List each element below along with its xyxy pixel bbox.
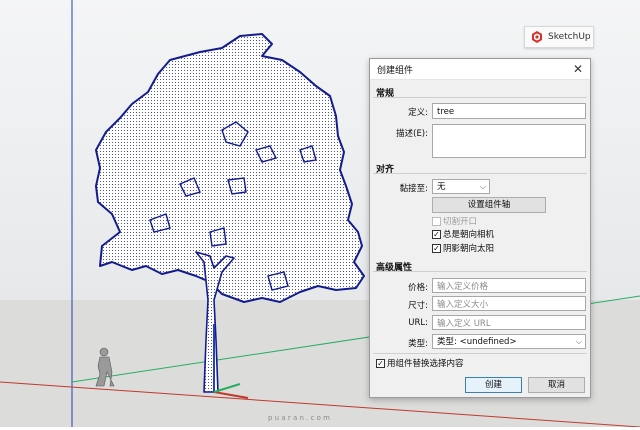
- size-label: 尺寸:: [408, 301, 428, 311]
- close-icon[interactable]: ✕: [570, 61, 586, 77]
- chevron-down-icon: ⌵: [575, 337, 582, 346]
- create-button[interactable]: 创建: [465, 377, 522, 393]
- dialog-title: 创建组件: [377, 66, 414, 76]
- description-label: 描述(E):: [396, 129, 428, 139]
- divider: [373, 173, 587, 174]
- checkbox-box: [432, 216, 441, 226]
- divider: [373, 271, 587, 272]
- shadows-face-sun-checkbox[interactable]: ✓ 阴影朝向太阳: [432, 242, 494, 254]
- replace-selection-checkbox[interactable]: ✓ 用组件替换选择内容: [376, 357, 464, 369]
- definition-label: 定义:: [408, 108, 428, 118]
- face-camera-label: 总是朝向相机: [443, 230, 495, 240]
- checkmark-icon: ✓: [432, 229, 441, 239]
- divider: [373, 97, 587, 98]
- create-component-dialog: 创建组件 ✕ 常规 定义: tree 描述(E): 对齐 黏接至: 无 ⌵ 设置…: [369, 58, 591, 398]
- cut-opening-label: 切割开口: [443, 217, 478, 227]
- badge-label: SketchUp: [548, 32, 591, 42]
- glue-to-select[interactable]: 无 ⌵: [432, 179, 490, 194]
- sketchup-logo-icon: [532, 31, 542, 43]
- size-input[interactable]: 输入定义大小: [432, 296, 586, 311]
- shadows-face-sun-label: 阴影朝向太阳: [443, 244, 495, 254]
- cut-opening-checkbox[interactable]: 切割开口: [432, 215, 477, 227]
- url-label: URL:: [408, 318, 428, 328]
- definition-input[interactable]: tree: [432, 103, 586, 119]
- description-textarea[interactable]: [432, 124, 586, 158]
- checkmark-icon: ✓: [376, 358, 385, 368]
- glue-to-label: 黏接至:: [399, 184, 428, 194]
- face-camera-checkbox[interactable]: ✓ 总是朝向相机: [432, 228, 494, 240]
- dialog-titlebar[interactable]: 创建组件 ✕: [370, 59, 590, 80]
- set-component-axes-button[interactable]: 设置组件轴: [432, 197, 546, 213]
- cancel-button[interactable]: 取消: [528, 377, 585, 393]
- divider: [373, 353, 587, 354]
- price-input[interactable]: 输入定义价格: [432, 278, 586, 293]
- chevron-down-icon: ⌵: [479, 182, 486, 191]
- price-label: 价格:: [408, 283, 428, 293]
- replace-selection-label: 用组件替换选择内容: [387, 359, 464, 369]
- checkmark-icon: ✓: [432, 243, 441, 253]
- type-select[interactable]: 类型: <undefined> ⌵: [432, 334, 586, 349]
- watermark-text: p u a r a n . c o m: [268, 414, 330, 422]
- type-value: 类型: <undefined>: [437, 337, 517, 347]
- glue-to-value: 无: [437, 182, 446, 192]
- type-label: 类型:: [408, 339, 428, 349]
- sketchup-badge: SketchUp: [524, 26, 594, 48]
- url-input[interactable]: 输入定义 URL: [432, 315, 586, 330]
